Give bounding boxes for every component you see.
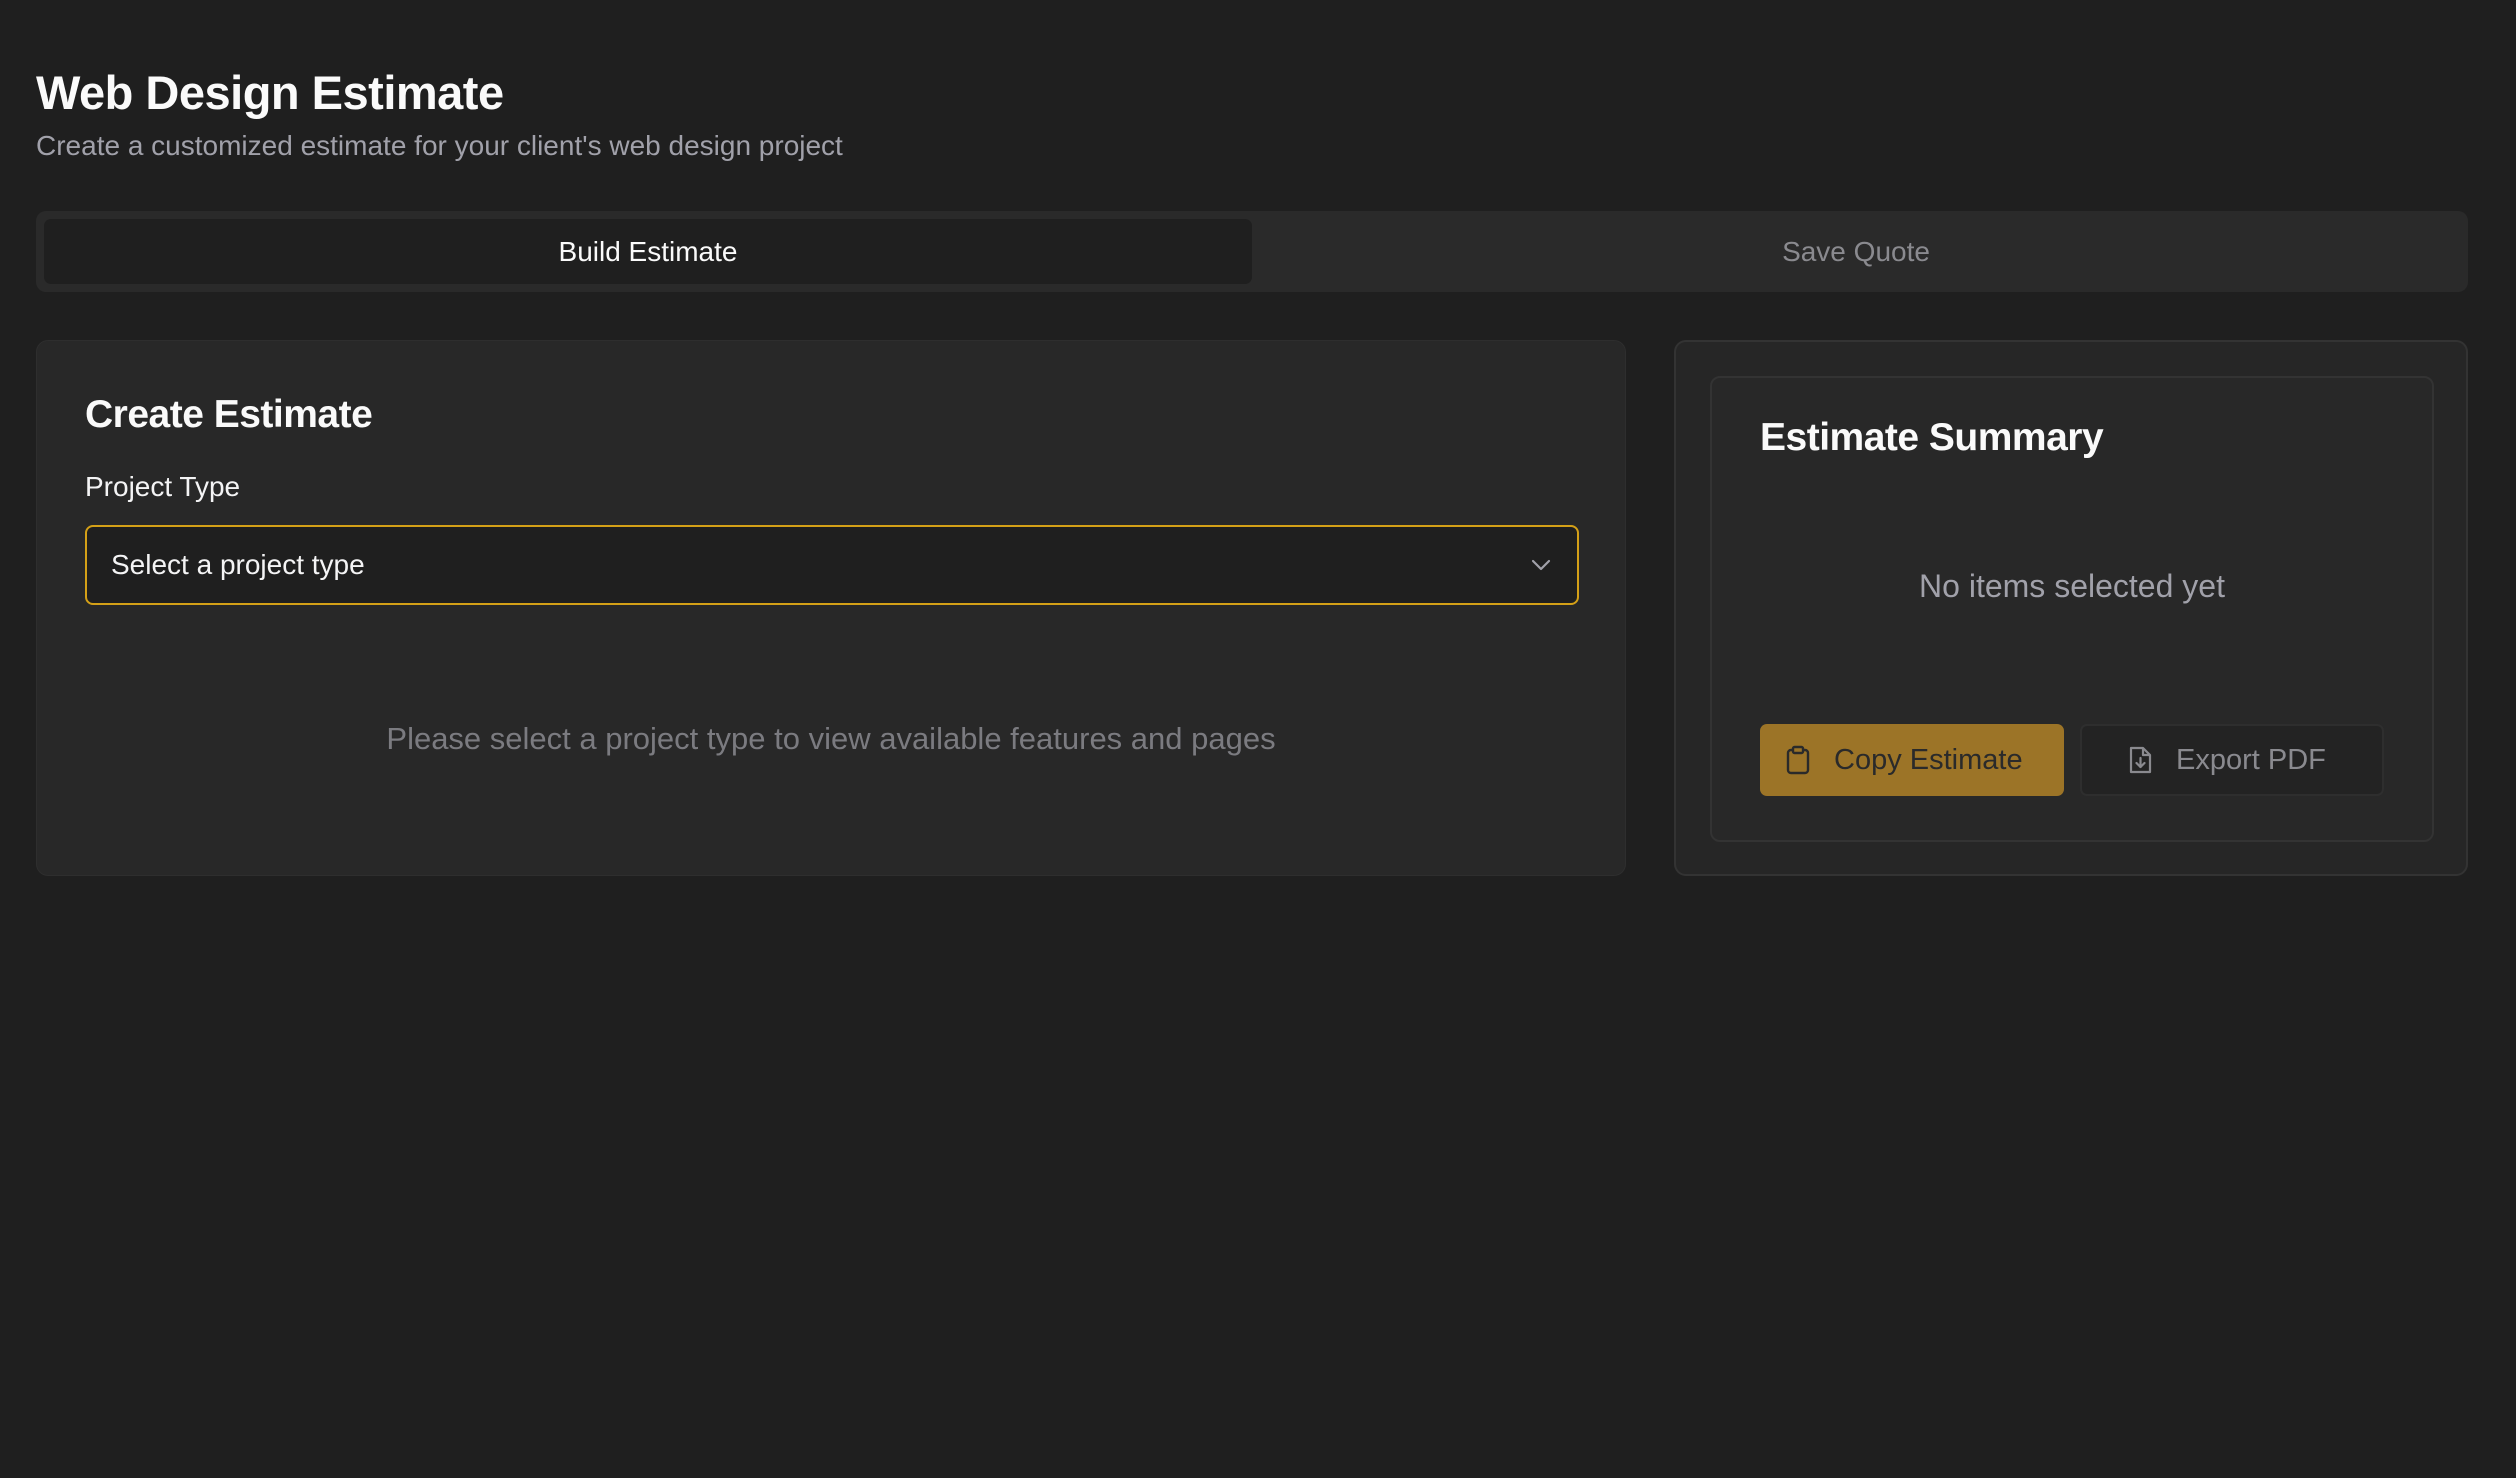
page-subtitle: Create a customized estimate for your cl…	[36, 130, 843, 161]
tab-build-estimate[interactable]: Build Estimate	[44, 219, 1252, 284]
clipboard-icon	[1784, 745, 1812, 775]
project-type-label: Project Type	[85, 471, 241, 502]
copy-estimate-button[interactable]: Copy Estimate	[1760, 724, 2064, 796]
project-type-select[interactable]: Select a project type	[85, 525, 1579, 605]
create-estimate-card: Create Estimate Project Type Select a pr…	[36, 340, 1626, 876]
copy-estimate-label: Copy Estimate	[1834, 743, 2023, 776]
chevron-down-icon	[1529, 553, 1553, 577]
summary-actions: Copy Estimate Export PDF	[1760, 724, 2384, 796]
estimate-summary-panel: Estimate Summary No items selected yet C…	[1710, 376, 2434, 842]
estimate-summary-card: Estimate Summary No items selected yet C…	[1674, 340, 2468, 876]
page: Web Design Estimate Create a customized …	[0, 0, 2516, 1478]
estimate-summary-title: Estimate Summary	[1760, 416, 2104, 459]
file-download-icon	[2126, 746, 2154, 774]
page-header: Web Design Estimate Create a customized …	[36, 64, 843, 164]
summary-empty-text: No items selected yet	[1919, 568, 2225, 604]
tab-bar: Build Estimate Save Quote	[36, 211, 2468, 292]
empty-features-hint: Please select a project type to view ava…	[386, 721, 1276, 756]
project-type-placeholder: Select a project type	[111, 549, 365, 580]
export-pdf-button[interactable]: Export PDF	[2080, 724, 2384, 796]
export-pdf-label: Export PDF	[2176, 743, 2326, 776]
create-estimate-title: Create Estimate	[85, 393, 373, 436]
tab-save-quote[interactable]: Save Quote	[1252, 219, 2460, 284]
page-title: Web Design Estimate	[36, 66, 504, 119]
